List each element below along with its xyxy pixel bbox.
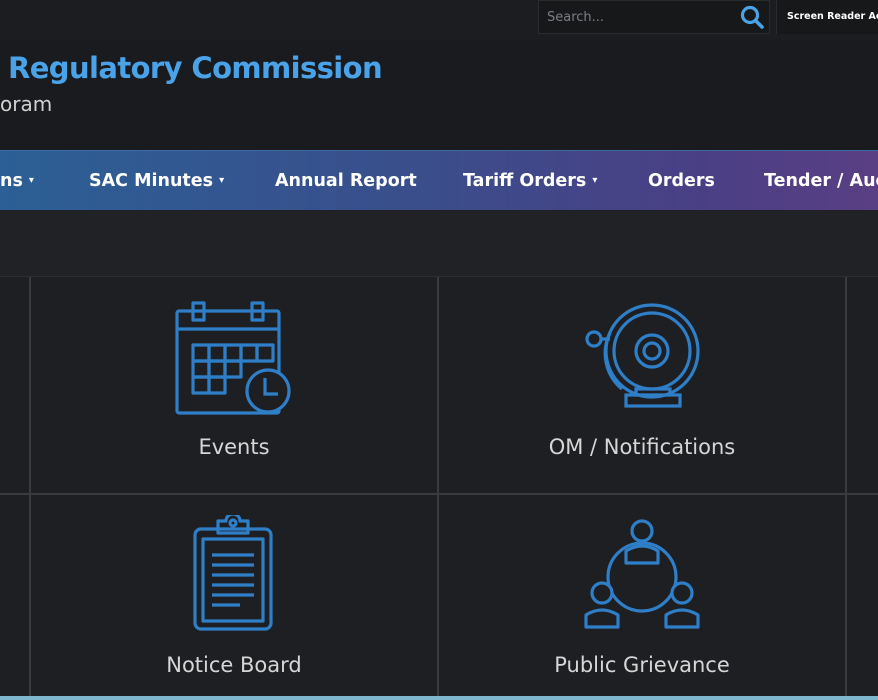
clipboard-icon: [193, 515, 273, 631]
tile-label: Public Grievance: [554, 653, 730, 677]
nav-item-label: Tariff Orders: [463, 171, 587, 191]
nav-item-orders[interactable]: Orders: [648, 151, 715, 211]
content-band: [0, 211, 878, 277]
tile-events[interactable]: Events: [31, 277, 437, 493]
quick-links-grid: Events OM / Notifications Notice Board P…: [0, 277, 878, 700]
search-icon: [740, 5, 764, 29]
nav-item-label: ns: [0, 171, 23, 191]
grid-divider: [845, 277, 847, 700]
nav-item-notifications[interactable]: ns ▾: [0, 151, 34, 211]
tile-label: Events: [198, 435, 270, 459]
nav-item-sac-minutes[interactable]: SAC Minutes ▾: [89, 151, 224, 211]
tile-notice-board[interactable]: Notice Board: [31, 495, 437, 700]
nav-item-tender[interactable]: Tender / Auc: [764, 151, 878, 211]
site-title[interactable]: Regulatory Commission: [8, 51, 383, 85]
tile-om-notifications[interactable]: OM / Notifications: [439, 277, 845, 493]
screen-reader-access-link[interactable]: Screen Reader Access: [776, 0, 878, 34]
people-network-icon: [584, 519, 700, 629]
tile-public-grievance[interactable]: Public Grievance: [439, 495, 845, 700]
nav-item-label: Tender / Auc: [764, 171, 878, 191]
search-box: [538, 0, 770, 34]
chevron-down-icon: ▾: [219, 175, 225, 186]
search-button[interactable]: [737, 3, 767, 31]
nav-item-label: SAC Minutes: [89, 171, 214, 191]
nav-item-tariff-orders[interactable]: Tariff Orders ▾: [463, 151, 597, 211]
tile-label: Notice Board: [166, 653, 302, 677]
tile-label: OM / Notifications: [548, 435, 736, 459]
chevron-down-icon: ▾: [28, 175, 34, 186]
calendar-clock-icon: [175, 301, 291, 415]
nav-item-label: Orders: [648, 171, 715, 191]
bell-icon: [585, 303, 700, 408]
bottom-strip: [0, 696, 878, 700]
search-input[interactable]: [547, 5, 727, 29]
main-nav: ns ▾ SAC Minutes ▾ Annual Report Tariff Or…: [0, 150, 878, 210]
top-bar: Screen Reader Access: [0, 0, 878, 40]
nav-item-annual-report[interactable]: Annual Report: [275, 151, 417, 211]
site-subtitle: oram: [0, 92, 53, 116]
site-header: Regulatory Commission oram: [0, 40, 878, 150]
nav-item-label: Annual Report: [275, 171, 417, 191]
chevron-down-icon: ▾: [592, 175, 598, 186]
